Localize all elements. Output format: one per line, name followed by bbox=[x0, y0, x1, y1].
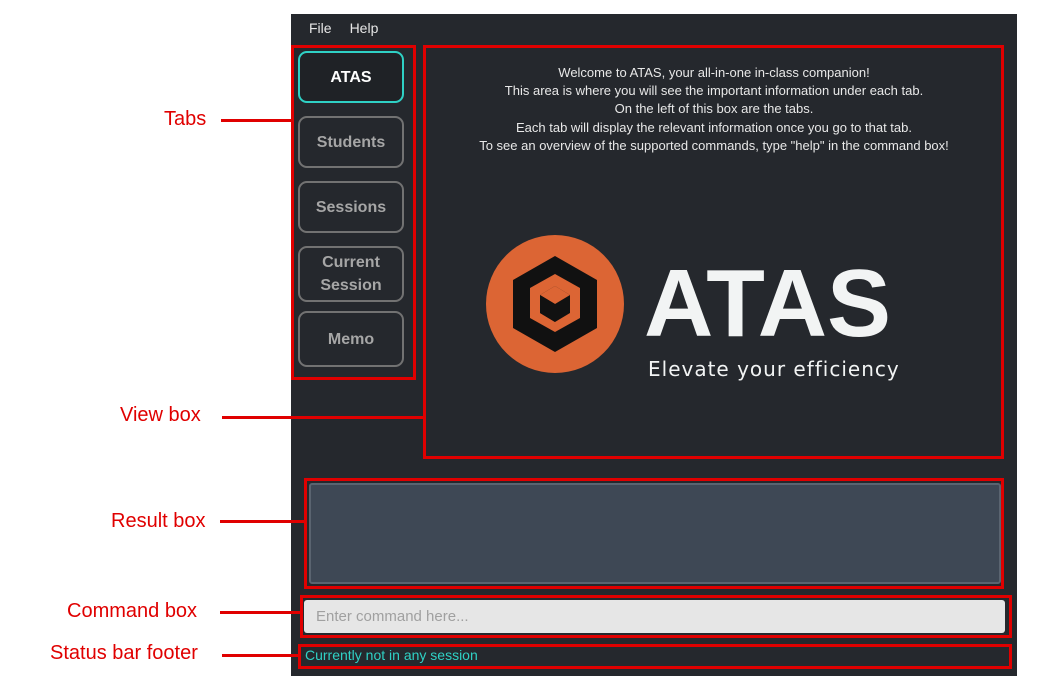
status-bar-annotation-box bbox=[298, 644, 1012, 669]
status-bar-label: Status bar footer bbox=[50, 642, 198, 664]
status-bar-pointer-line bbox=[222, 654, 298, 657]
command-box-annotation-box bbox=[300, 595, 1012, 638]
result-box-label: Result box bbox=[111, 510, 206, 532]
view-box-label: View box bbox=[120, 404, 201, 426]
view-box-pointer-line bbox=[222, 416, 423, 419]
tabs-annotation-box bbox=[291, 45, 416, 380]
result-box-annotation-box bbox=[304, 478, 1004, 589]
view-box-annotation-box bbox=[423, 45, 1004, 459]
tabs-label: Tabs bbox=[164, 108, 207, 130]
command-box-pointer-line bbox=[220, 611, 300, 614]
menu-bar: File Help bbox=[291, 14, 1017, 42]
result-box-pointer-line bbox=[220, 520, 304, 523]
command-box-label: Command box bbox=[67, 600, 198, 622]
menu-help[interactable]: Help bbox=[341, 20, 388, 36]
tabs-pointer-line bbox=[221, 119, 291, 122]
menu-file[interactable]: File bbox=[291, 20, 341, 36]
